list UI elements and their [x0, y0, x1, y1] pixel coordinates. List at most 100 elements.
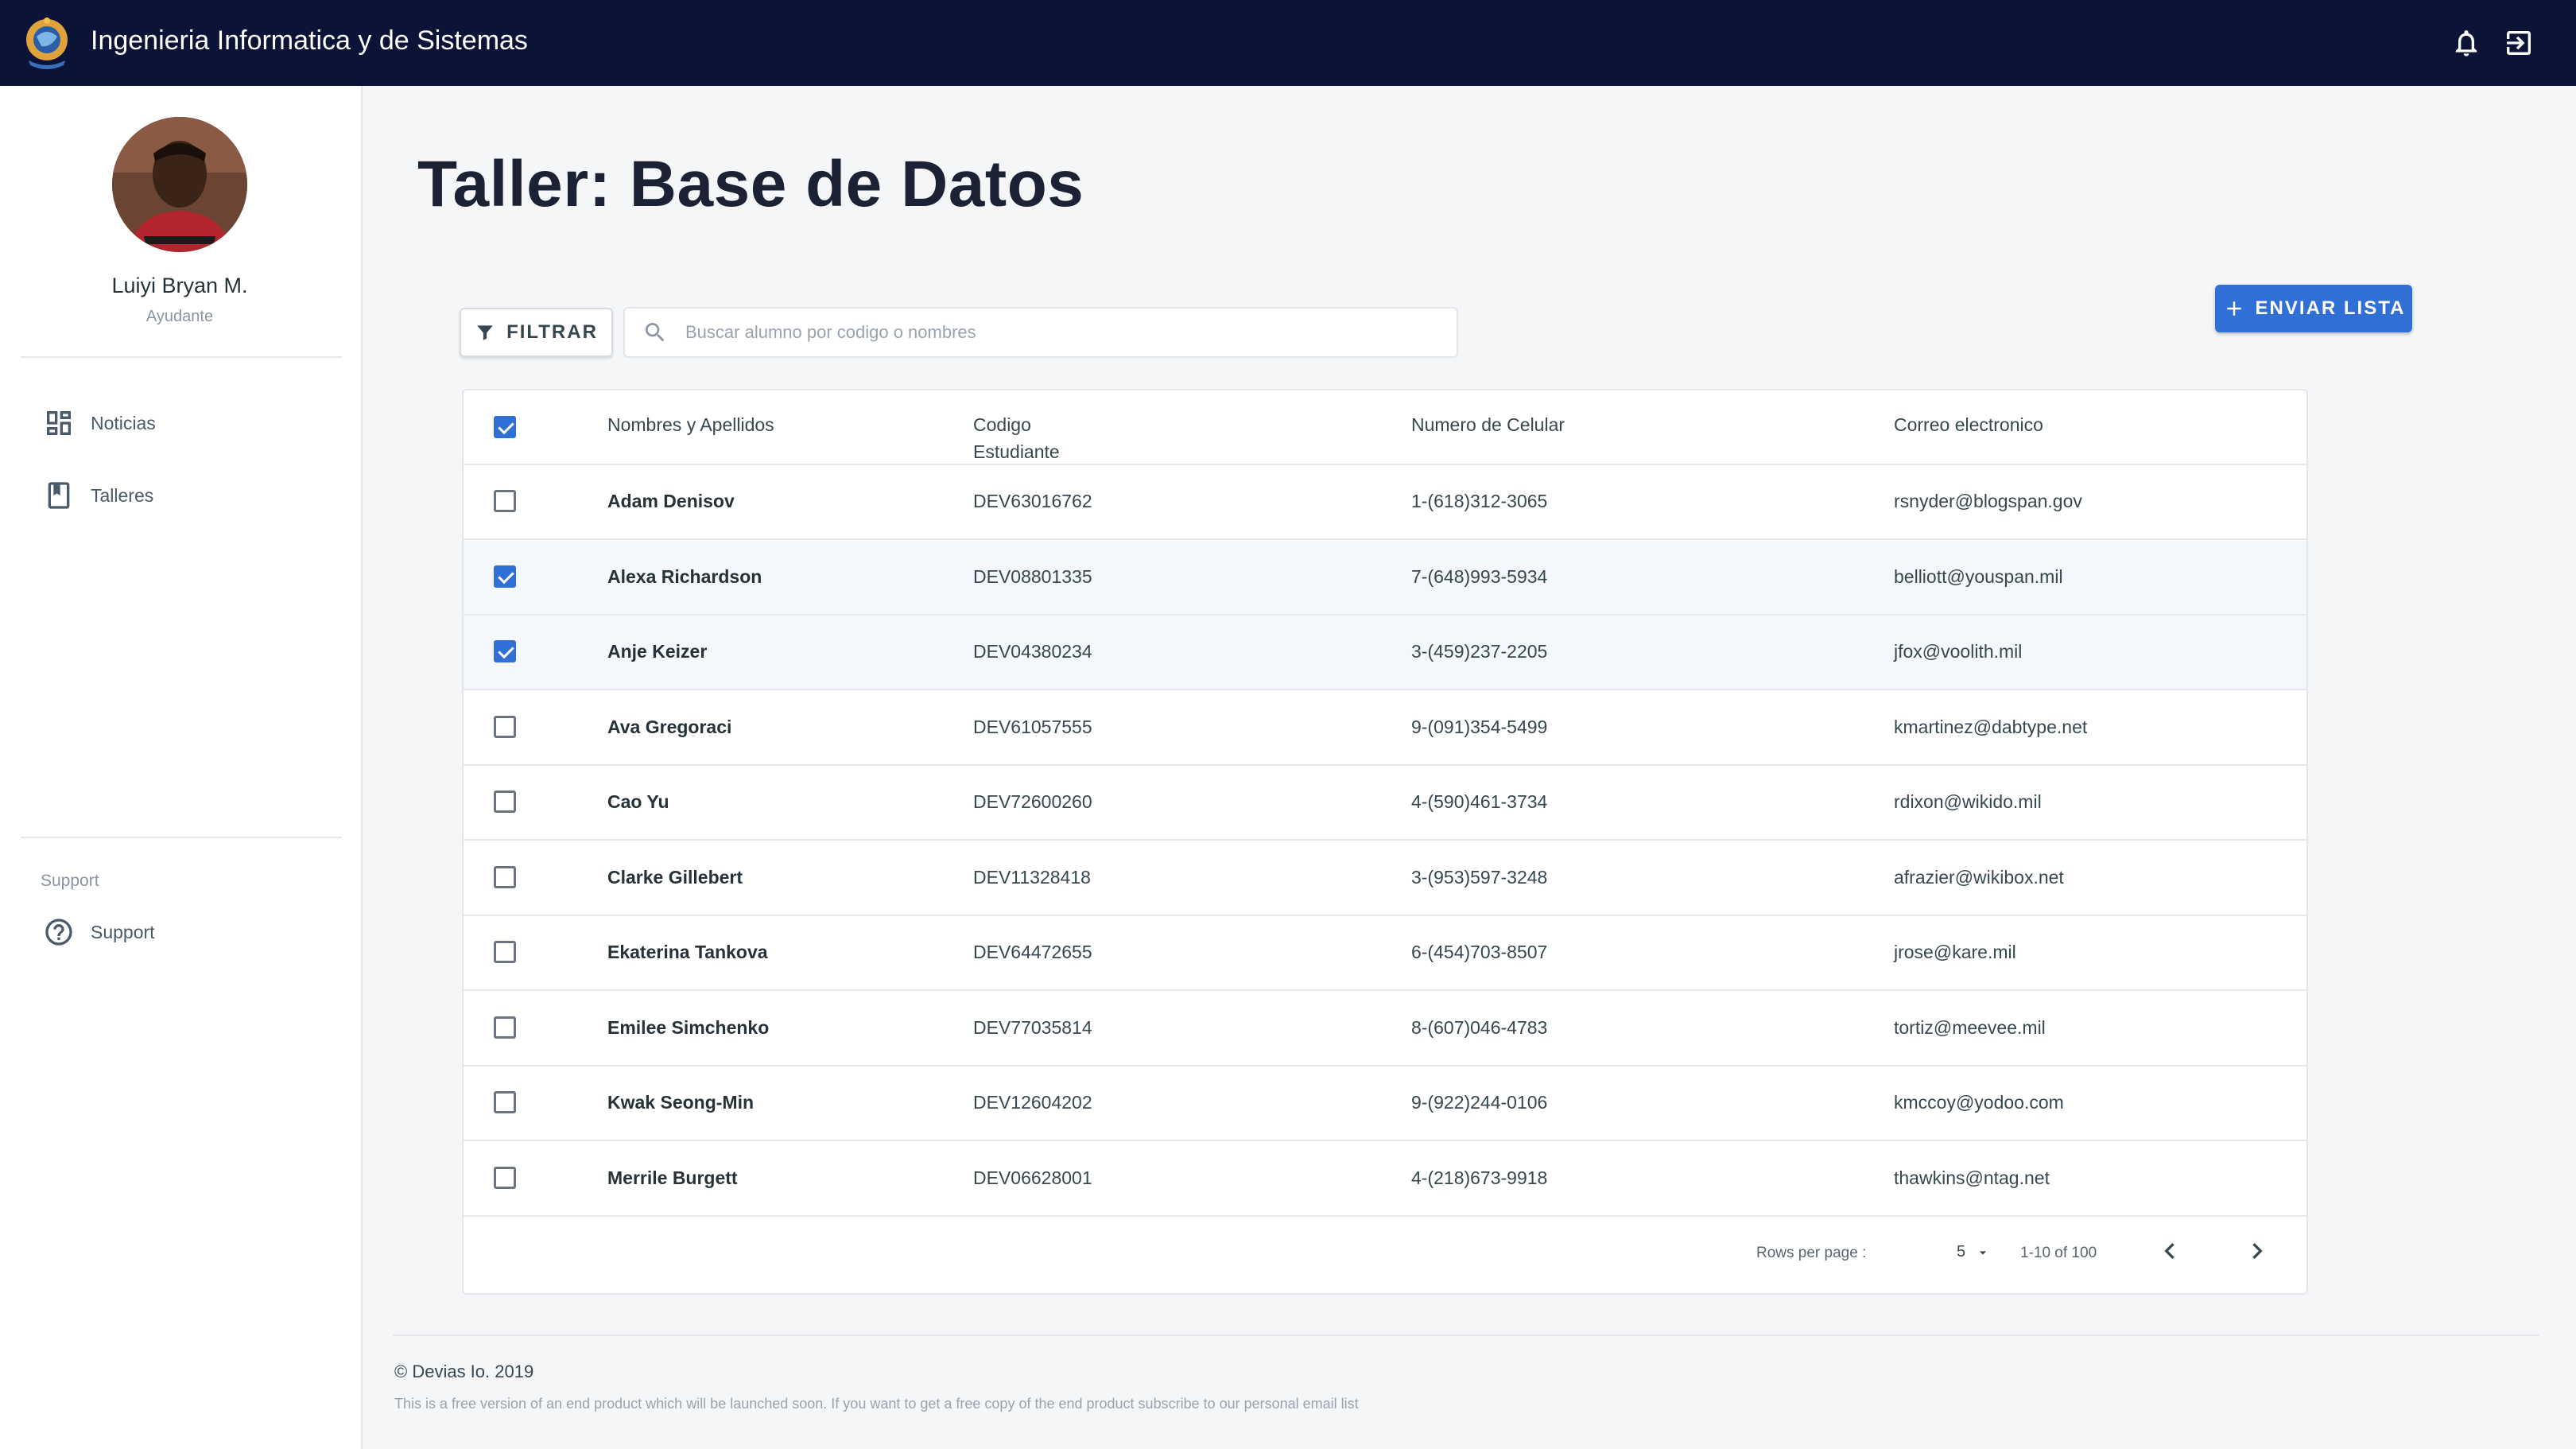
- student-name: Clarke Gillebert: [607, 867, 743, 888]
- table-row[interactable]: Ekaterina Tankova DEV64472655 6-(454)703-8…: [464, 916, 2306, 991]
- student-phone: 7-(648)993-5934: [1411, 566, 1548, 587]
- sidebar-divider: [21, 356, 342, 358]
- top-app-bar: Ingenieria Informatica y de Sistemas: [0, 0, 2576, 86]
- table-row[interactable]: Anje Keizer DEV04380234 3-(459)237-2205 jfo…: [464, 616, 2306, 690]
- caret-down-icon: [1979, 1250, 1987, 1254]
- student-name: Ava Gregoraci: [607, 717, 732, 737]
- student-email: kmccoy@yodoo.com: [1894, 1092, 2064, 1113]
- student-phone: 4-(218)673-9918: [1411, 1167, 1548, 1188]
- student-code: DEV72600260: [973, 791, 1092, 812]
- footer-divider: [393, 1334, 2539, 1336]
- student-code: DEV08801335: [973, 566, 1092, 587]
- student-name: Alexa Richardson: [607, 566, 762, 587]
- filter-icon: [477, 325, 493, 340]
- student-name: Cao Yu: [607, 791, 669, 812]
- student-code: DEV11328418: [973, 867, 1091, 888]
- book-icon: [48, 482, 70, 509]
- column-header-email[interactable]: Correo electronico: [1894, 411, 2043, 438]
- bell-icon[interactable]: [2450, 27, 2482, 59]
- sidebar-item-talleres[interactable]: Talleres: [43, 478, 153, 513]
- user-role: Ayudante: [145, 308, 214, 325]
- avatar[interactable]: [112, 117, 247, 252]
- student-name: Merrile Burgett: [607, 1167, 738, 1188]
- university-logo[interactable]: [21, 13, 73, 73]
- pagination-range: 1-10 of 100: [2020, 1245, 2097, 1261]
- student-code: DEV77035814: [973, 1017, 1092, 1038]
- column-header-phone[interactable]: Numero de Celular: [1411, 411, 1565, 438]
- send-list-label: ENVIAR LISTA: [2255, 297, 2406, 319]
- student-phone: 9-(091)354-5499: [1411, 717, 1548, 737]
- rows-per-page-value: 5: [1957, 1243, 1966, 1261]
- student-email: tortiz@meevee.mil: [1894, 1017, 2046, 1038]
- student-email: thawkins@ntag.net: [1894, 1167, 2050, 1188]
- dashboard-icon: [47, 411, 71, 435]
- student-email: afrazier@wikibox.net: [1894, 867, 2064, 888]
- student-phone: 8-(607)046-4783: [1411, 1017, 1548, 1038]
- sidebar-item-noticias[interactable]: Noticias: [43, 406, 156, 441]
- student-phone: 9-(922)244-0106: [1411, 1092, 1548, 1113]
- student-email: kmartinez@dabtype.net: [1894, 717, 2088, 737]
- table-row[interactable]: Cao Yu DEV72600260 4-(590)461-3734 rdixon@w…: [464, 766, 2306, 841]
- user-photo: [112, 117, 247, 252]
- table-row[interactable]: Emilee Simchenko DEV77035814 8-(607)046-47…: [464, 992, 2306, 1066]
- student-email: rdixon@wikido.mil: [1894, 791, 2042, 812]
- column-header-code[interactable]: Codigo Estudiante: [973, 411, 1060, 465]
- table-row[interactable]: Merrile Burgett DEV06628001 4-(218)673-991…: [464, 1142, 2306, 1217]
- filter-label: FILTRAR: [506, 321, 598, 343]
- student-phone: 4-(590)461-3734: [1411, 791, 1548, 812]
- student-code: DEV64472655: [973, 942, 1092, 962]
- sidebar-item-label: Support: [91, 921, 155, 942]
- student-code: DEV63016762: [973, 491, 1092, 511]
- student-email: jfox@voolith.mil: [1894, 641, 2023, 662]
- row-checkbox[interactable]: [494, 941, 516, 963]
- app-title: Ingenieria Informatica y de Sistemas: [91, 25, 528, 56]
- search-icon: [645, 323, 665, 342]
- sidebar-divider: [21, 837, 342, 838]
- search-box: [623, 307, 1458, 358]
- row-checkbox[interactable]: [494, 565, 516, 588]
- student-name: Anje Keizer: [607, 641, 708, 662]
- help-circle-icon: [45, 919, 72, 946]
- select-all-checkbox[interactable]: [494, 416, 516, 438]
- send-list-button[interactable]: ENVIAR LISTA: [2215, 285, 2412, 332]
- sidebar: Luiyi Bryan M. Ayudante Noticias Tallere…: [0, 86, 363, 1449]
- rows-per-page-select[interactable]: 5: [1957, 1243, 1991, 1261]
- row-checkbox[interactable]: [494, 1167, 516, 1189]
- student-name: Emilee Simchenko: [607, 1017, 770, 1038]
- column-header-name[interactable]: Nombres y Apellidos: [607, 411, 774, 438]
- user-name: Luiyi Bryan M.: [111, 274, 248, 297]
- table-header: Nombres y Apellidos Codigo Estudiante Nu…: [464, 390, 2306, 465]
- table-row[interactable]: Kwak Seong-Min DEV12604202 9-(922)244-0106…: [464, 1066, 2306, 1141]
- table-row[interactable]: Ava Gregoraci DEV61057555 9-(091)354-5499 k…: [464, 691, 2306, 766]
- row-checkbox[interactable]: [494, 490, 516, 512]
- footer-note: This is a free version of an end product…: [394, 1396, 1359, 1412]
- row-checkbox[interactable]: [494, 1016, 516, 1039]
- student-code: DEV12604202: [973, 1092, 1092, 1113]
- row-checkbox[interactable]: [494, 791, 516, 813]
- student-phone: 3-(953)597-3248: [1411, 867, 1548, 888]
- support-heading: Support: [41, 872, 99, 890]
- row-checkbox[interactable]: [494, 716, 516, 738]
- table-row[interactable]: Clarke Gillebert DEV11328418 3-(953)597-32…: [464, 841, 2306, 916]
- table-row[interactable]: Adam Denisov DEV63016762 1-(618)312-3065 rs…: [464, 465, 2306, 540]
- row-checkbox[interactable]: [494, 1091, 516, 1113]
- student-name: Ekaterina Tankova: [607, 942, 768, 962]
- sidebar-item-support[interactable]: Support: [43, 915, 155, 950]
- row-checkbox[interactable]: [494, 640, 516, 662]
- sidebar-item-label: Noticias: [91, 412, 156, 433]
- chevron-left-icon[interactable]: [2154, 1235, 2186, 1267]
- filter-button[interactable]: FILTRAR: [460, 308, 613, 357]
- students-table: Nombres y Apellidos Codigo Estudiante Nu…: [462, 389, 2308, 1295]
- student-code: DEV04380234: [973, 641, 1092, 662]
- chevron-right-icon[interactable]: [2241, 1235, 2273, 1267]
- row-checkbox[interactable]: [494, 866, 516, 888]
- student-name: Kwak Seong-Min: [607, 1092, 755, 1113]
- student-email: rsnyder@blogspan.gov: [1894, 491, 2082, 511]
- logout-icon[interactable]: [2503, 27, 2535, 59]
- student-email: jrose@kare.mil: [1894, 942, 2016, 962]
- student-name: Adam Denisov: [607, 491, 735, 511]
- table-row[interactable]: Alexa Richardson DEV08801335 7-(648)993-59…: [464, 541, 2306, 616]
- page-title: Taller: Base de Datos: [417, 148, 1084, 220]
- student-code: DEV06628001: [973, 1167, 1092, 1188]
- search-input[interactable]: [685, 322, 1401, 343]
